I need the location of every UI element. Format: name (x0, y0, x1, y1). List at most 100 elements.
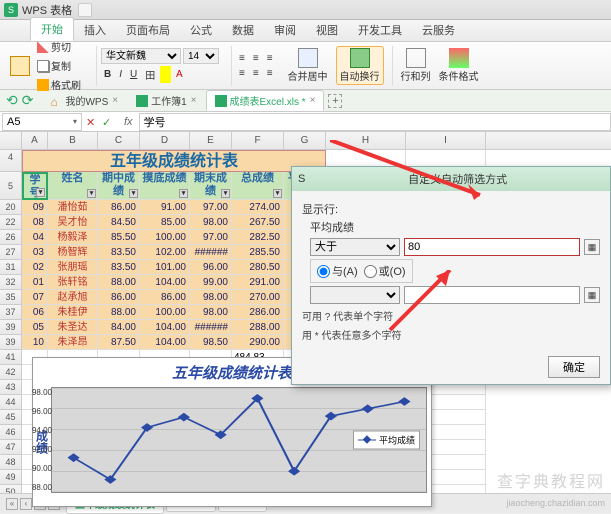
filter-arrow-icon[interactable]: ▾ (36, 188, 45, 197)
row-header[interactable]: 47 (0, 440, 22, 455)
cell[interactable]: 274.00 (232, 200, 284, 215)
cell[interactable]: 88.00 (98, 275, 140, 290)
row-header[interactable]: 43 (0, 380, 22, 395)
radio-and-input[interactable] (317, 265, 330, 278)
cell[interactable]: 91.00 (140, 200, 190, 215)
cell[interactable]: 291.00 (232, 275, 284, 290)
align-bot-button[interactable]: ≡ (264, 52, 276, 65)
table-header-cell[interactable]: 期中成绩▾ (98, 172, 140, 200)
filter-arrow-icon[interactable]: ▾ (87, 189, 96, 198)
filter-arrow-icon[interactable]: ▾ (221, 189, 230, 198)
enter-fx-icon[interactable]: ✓ (102, 116, 114, 128)
tab-data[interactable]: 数据 (222, 19, 264, 41)
table-header-cell[interactable]: 期末成绩▾ (190, 172, 232, 200)
row-header[interactable]: 48 (0, 455, 22, 470)
fill-color-button[interactable] (160, 66, 171, 83)
align-top-button[interactable]: ≡ (236, 52, 248, 65)
filter-arrow-icon[interactable]: ▾ (179, 189, 188, 198)
cell[interactable]: 85.50 (98, 230, 140, 245)
fx-icon[interactable]: fx (124, 116, 133, 128)
cell[interactable]: 朱泽昂 (48, 335, 98, 350)
underline-button[interactable]: U (127, 66, 140, 83)
cell[interactable]: ###### (190, 245, 232, 260)
cell[interactable]: 朱桂伊 (48, 305, 98, 320)
cell[interactable]: 267.50 (232, 215, 284, 230)
cell[interactable]: 03 (22, 245, 48, 260)
copy-button[interactable]: 复制 (34, 57, 84, 74)
cell[interactable]: 朱圣达 (48, 320, 98, 335)
row-header[interactable]: 45 (0, 410, 22, 425)
col-header-h[interactable]: H (326, 132, 406, 149)
cell[interactable]: 102.00 (140, 245, 190, 260)
row-header[interactable]: 22 (0, 215, 22, 230)
cell[interactable]: 98.00 (190, 290, 232, 305)
dialog-titlebar[interactable]: S 自定义自动筛选方式 (292, 167, 610, 191)
row-header[interactable]: 20 (0, 200, 22, 215)
cell[interactable]: 98.00 (190, 305, 232, 320)
col-header-d[interactable]: D (140, 132, 190, 149)
cell[interactable]: 101.00 (140, 260, 190, 275)
col-header-c[interactable]: C (98, 132, 140, 149)
cell[interactable]: 01 (22, 275, 48, 290)
cell[interactable]: 10 (22, 335, 48, 350)
custom-autofilter-dialog[interactable]: S 自定义自动筛选方式 显示行: 平均成绩 大于 ▦ 与(A) 或(O) ▦ 可… (291, 166, 611, 385)
cell[interactable]: 86.00 (98, 290, 140, 305)
cell[interactable]: 282.50 (232, 230, 284, 245)
cell[interactable]: 286.00 (232, 305, 284, 320)
close-icon[interactable]: × (112, 95, 118, 106)
quick-access-icon[interactable] (78, 3, 92, 17)
cell[interactable]: 张轩铭 (48, 275, 98, 290)
tab-page-layout[interactable]: 页面布局 (116, 19, 180, 41)
cell[interactable]: 杨智辉 (48, 245, 98, 260)
cell[interactable]: 285.50 (232, 245, 284, 260)
tab-dev[interactable]: 开发工具 (348, 19, 412, 41)
cell[interactable]: 83.50 (98, 260, 140, 275)
cell[interactable]: 98.50 (190, 335, 232, 350)
cell[interactable]: 09 (22, 200, 48, 215)
conditional-format-button[interactable]: 条件格式 (439, 48, 479, 83)
close-icon[interactable]: × (191, 95, 197, 106)
font-name-select[interactable]: 华文新魏 (101, 48, 181, 64)
cell[interactable]: 08 (22, 215, 48, 230)
cell[interactable]: 280.50 (232, 260, 284, 275)
filter-val2-input[interactable] (404, 286, 580, 304)
border-button[interactable]: 田 (142, 66, 158, 83)
filter-val1-input[interactable] (404, 238, 580, 256)
cut-button[interactable]: 剪切 (34, 38, 84, 55)
cancel-fx-icon[interactable]: ✕ (86, 116, 98, 128)
select-all-corner[interactable] (0, 132, 22, 149)
cell[interactable]: 100.00 (140, 305, 190, 320)
row-header[interactable]: 4 (0, 150, 22, 172)
range-picker2-icon[interactable]: ▦ (584, 287, 600, 303)
col-header-b[interactable]: B (48, 132, 98, 149)
cell[interactable]: 张朋瑶 (48, 260, 98, 275)
wrap-text-button[interactable]: 自动换行 (336, 46, 384, 85)
table-title-cell[interactable]: 五年级成绩统计表 (22, 150, 326, 172)
paste-button[interactable]: 格式刷 (10, 56, 30, 76)
cell[interactable]: 83.50 (98, 245, 140, 260)
row-header[interactable]: 31 (0, 260, 22, 275)
cell[interactable]: 97.00 (190, 200, 232, 215)
fwd-icon[interactable]: ⟳ (22, 92, 34, 109)
cell[interactable]: 97.00 (190, 230, 232, 245)
cell[interactable]: ###### (190, 320, 232, 335)
doctab-scores[interactable]: 成绩表Excel.xls *× (206, 90, 325, 111)
align-left-button[interactable]: ≡ (236, 67, 248, 80)
row-header[interactable]: 42 (0, 365, 22, 380)
cell[interactable]: 100.00 (140, 230, 190, 245)
filter-arrow-icon[interactable]: ▾ (129, 189, 138, 198)
filter-op1-select[interactable]: 大于 (310, 238, 400, 256)
tab-cloud[interactable]: 云服务 (412, 19, 465, 41)
cell[interactable]: 杨毅泽 (48, 230, 98, 245)
table-header-cell[interactable]: 姓名▾ (48, 172, 98, 200)
back-icon[interactable]: ⟲ (6, 92, 18, 109)
cell[interactable]: 104.00 (140, 335, 190, 350)
align-right-button[interactable]: ≡ (264, 67, 276, 80)
col-header-f[interactable]: F (232, 132, 284, 149)
close-icon[interactable]: × (310, 95, 316, 106)
filter-arrow-icon[interactable]: ▾ (273, 189, 282, 198)
chevron-down-icon[interactable]: ▾ (73, 117, 77, 126)
cell[interactable]: 赵承旭 (48, 290, 98, 305)
cell[interactable]: 104.00 (140, 320, 190, 335)
font-size-select[interactable]: 14 (183, 48, 219, 64)
